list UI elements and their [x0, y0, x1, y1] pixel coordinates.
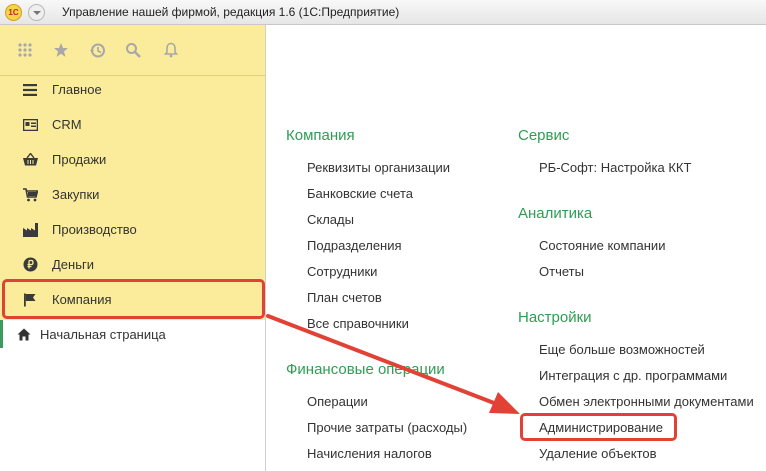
section-title-settings: Настройки — [518, 309, 592, 326]
administration-highlight-box — [520, 413, 677, 441]
home-page-label: Начальная страница — [40, 326, 166, 342]
link-company-state[interactable]: Состояние компании — [539, 238, 665, 253]
search-icon[interactable] — [122, 39, 144, 61]
sidebar: Главное CRM Продажи Закупки Производство — [0, 25, 266, 471]
chevron-down-icon — [33, 11, 41, 15]
link-departments[interactable]: Подразделения — [307, 238, 402, 253]
toolbar — [0, 25, 265, 76]
sidebar-item-main[interactable]: Главное — [0, 72, 265, 107]
cart-icon — [22, 187, 38, 203]
link-integration[interactable]: Интеграция с др. программами — [539, 368, 727, 383]
main-menu-button[interactable] — [28, 4, 45, 21]
link-chart-of-accounts[interactable]: План счетов — [307, 290, 382, 305]
sidebar-item-purchases[interactable]: Закупки — [0, 177, 265, 212]
company-highlight-box — [2, 279, 265, 319]
sidebar-item-sales[interactable]: Продажи — [0, 142, 265, 177]
menu-lines-icon — [22, 82, 38, 98]
basket-icon — [22, 152, 38, 168]
link-kkt-settings[interactable]: РБ-Софт: Настройка ККТ — [539, 160, 691, 175]
link-reports[interactable]: Отчеты — [539, 264, 584, 279]
section-title-finance: Финансовые операции — [286, 361, 445, 378]
section-title-analytics: Аналитика — [518, 205, 593, 222]
window-title: Управление нашей фирмой, редакция 1.6 (1… — [62, 5, 400, 19]
star-icon[interactable] — [50, 39, 72, 61]
card-icon — [22, 117, 38, 133]
bell-icon[interactable] — [160, 39, 182, 61]
link-other-expenses[interactable]: Прочие затраты (расходы) — [307, 420, 467, 435]
link-operations[interactable]: Операции — [307, 394, 368, 409]
sidebar-item-label: Закупки — [52, 187, 100, 202]
history-icon[interactable] — [86, 39, 108, 61]
section-title-company: Компания — [286, 127, 355, 144]
link-warehouses[interactable]: Склады — [307, 212, 354, 227]
link-edi-exchange[interactable]: Обмен электронными документами — [539, 394, 754, 409]
sidebar-item-label: Продажи — [52, 152, 107, 167]
link-org-details[interactable]: Реквизиты организации — [307, 160, 450, 175]
sidebar-item-label: Главное — [52, 82, 102, 97]
link-employees[interactable]: Сотрудники — [307, 264, 377, 279]
ruble-icon — [22, 257, 38, 273]
sidebar-item-label: CRM — [52, 117, 82, 132]
sidebar-item-label: Деньги — [52, 257, 94, 272]
sidebar-item-label: Производство — [52, 222, 137, 237]
home-page-tab[interactable]: Начальная страница — [0, 320, 265, 348]
link-bank-accounts[interactable]: Банковские счета — [307, 186, 413, 201]
factory-icon — [22, 222, 38, 238]
sidebar-item-crm[interactable]: CRM — [0, 107, 265, 142]
title-bar: 1С Управление нашей фирмой, редакция 1.6… — [0, 0, 766, 25]
sidebar-item-money[interactable]: Деньги — [0, 247, 265, 282]
home-icon — [17, 327, 31, 341]
sidebar-item-production[interactable]: Производство — [0, 212, 265, 247]
1c-logo-icon[interactable]: 1С — [5, 4, 22, 21]
link-more-features[interactable]: Еще больше возможностей — [539, 342, 705, 357]
link-tax-accruals[interactable]: Начисления налогов — [307, 446, 432, 461]
apps-grid-icon[interactable] — [14, 39, 36, 61]
link-all-catalogs[interactable]: Все справочники — [307, 316, 409, 331]
section-title-service: Сервис — [518, 127, 570, 144]
link-delete-objects[interactable]: Удаление объектов — [539, 446, 657, 461]
